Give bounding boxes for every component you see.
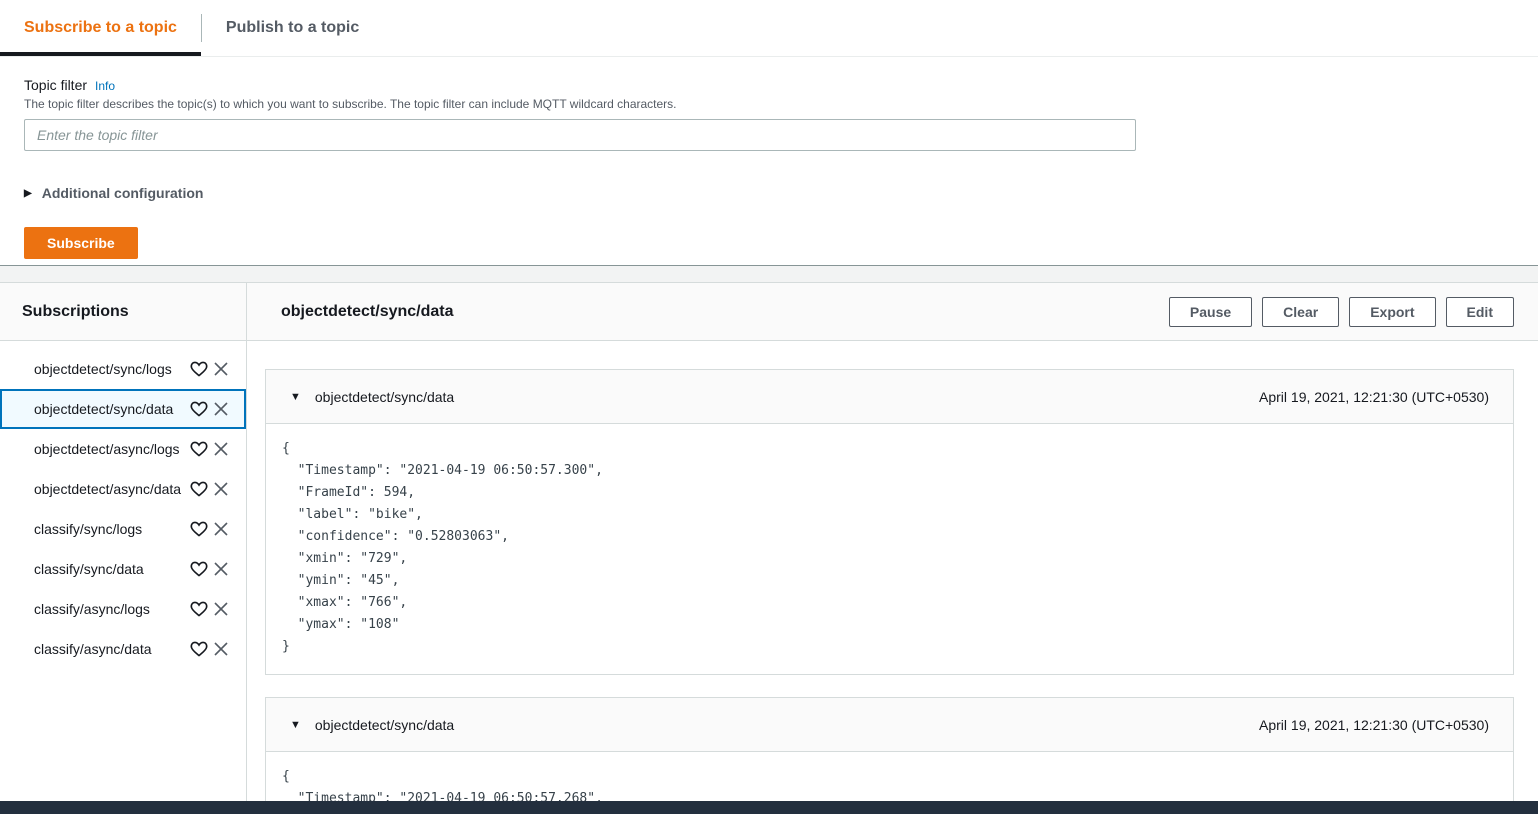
favorite-heart-icon[interactable] xyxy=(188,518,210,540)
subscription-topic-label: objectdetect/sync/logs xyxy=(34,361,188,377)
caret-right-icon: ▶ xyxy=(24,188,32,199)
favorite-heart-icon[interactable] xyxy=(188,438,210,460)
tab-label: Subscribe to a topic xyxy=(24,19,177,37)
remove-subscription-x-icon[interactable] xyxy=(210,398,232,420)
subscribe-button[interactable]: Subscribe xyxy=(24,227,138,259)
message-timestamp: April 19, 2021, 12:21:30 (UTC+0530) xyxy=(1259,389,1489,405)
topic-filter-form: Topic filter Info The topic filter descr… xyxy=(0,57,1538,259)
subscription-topic-label: objectdetect/sync/data xyxy=(34,401,188,417)
additional-configuration-toggle[interactable]: ▶ Additional configuration xyxy=(24,185,203,201)
subscription-item[interactable]: objectdetect/async/data xyxy=(0,469,246,509)
subscription-item[interactable]: classify/sync/data xyxy=(0,549,246,589)
remove-subscription-x-icon[interactable] xyxy=(210,598,232,620)
message-card-header: ▼ objectdetect/sync/data April 19, 2021,… xyxy=(266,370,1513,424)
subscription-list: objectdetect/sync/logs objectdetect/sync/… xyxy=(0,341,247,814)
subscription-item[interactable]: classify/sync/logs xyxy=(0,509,246,549)
favorite-heart-icon[interactable] xyxy=(188,478,210,500)
tab-subscribe-to-a-topic[interactable]: Subscribe to a topic xyxy=(0,0,201,56)
subscription-item[interactable]: classify/async/logs xyxy=(0,589,246,629)
remove-subscription-x-icon[interactable] xyxy=(210,478,232,500)
favorite-heart-icon[interactable] xyxy=(188,358,210,380)
subscription-topic-label: classify/sync/data xyxy=(34,561,188,577)
remove-subscription-x-icon[interactable] xyxy=(210,558,232,580)
subscription-topic-label: classify/async/logs xyxy=(34,601,188,617)
remove-subscription-x-icon[interactable] xyxy=(210,518,232,540)
message-card-header: ▼ objectdetect/sync/data April 19, 2021,… xyxy=(266,698,1513,752)
additional-configuration-label: Additional configuration xyxy=(42,185,204,201)
message-timestamp: April 19, 2021, 12:21:30 (UTC+0530) xyxy=(1259,717,1489,733)
panel-header: Subscriptions objectdetect/sync/data Pau… xyxy=(0,283,1538,341)
pause-button[interactable]: Pause xyxy=(1169,297,1252,327)
subscription-topic-label: objectdetect/async/data xyxy=(34,481,188,497)
console-footer-bar xyxy=(0,801,1538,814)
remove-subscription-x-icon[interactable] xyxy=(210,358,232,380)
tab-publish-to-a-topic[interactable]: Publish to a topic xyxy=(202,0,383,56)
topic-filter-label: Topic filter xyxy=(24,77,87,93)
message-topic: objectdetect/sync/data xyxy=(315,389,454,405)
favorite-heart-icon[interactable] xyxy=(188,638,210,660)
topic-filter-description: The topic filter describes the topic(s) … xyxy=(24,97,1514,111)
subscription-item[interactable]: objectdetect/async/logs xyxy=(0,429,246,469)
message-payload: { "Timestamp": "2021-04-19 06:50:57.300"… xyxy=(266,424,1513,674)
message-actions: Pause Clear Export Edit xyxy=(1169,297,1514,327)
clear-button[interactable]: Clear xyxy=(1262,297,1339,327)
subscriptions-title: Subscriptions xyxy=(22,303,129,321)
message-feed: ▼ objectdetect/sync/data April 19, 2021,… xyxy=(247,341,1538,814)
subscription-topic-label: objectdetect/async/logs xyxy=(34,441,188,457)
collapse-caret-icon[interactable]: ▼ xyxy=(290,719,301,731)
export-button[interactable]: Export xyxy=(1349,297,1435,327)
edit-button[interactable]: Edit xyxy=(1446,297,1514,327)
favorite-heart-icon[interactable] xyxy=(188,558,210,580)
message-card: ▼ objectdetect/sync/data April 19, 2021,… xyxy=(265,369,1514,675)
remove-subscription-x-icon[interactable] xyxy=(210,638,232,660)
subscription-item[interactable]: objectdetect/sync/logs xyxy=(0,349,246,389)
message-card: ▼ objectdetect/sync/data April 19, 2021,… xyxy=(265,697,1514,814)
topic-filter-input[interactable] xyxy=(24,119,1136,151)
subscription-item[interactable]: classify/async/data xyxy=(0,629,246,669)
favorite-heart-icon[interactable] xyxy=(188,598,210,620)
tab-label: Publish to a topic xyxy=(226,19,359,37)
collapse-caret-icon[interactable]: ▼ xyxy=(290,391,301,403)
subscription-item[interactable]: objectdetect/sync/data xyxy=(0,389,246,429)
info-link[interactable]: Info xyxy=(95,79,115,93)
selected-topic-title: objectdetect/sync/data xyxy=(281,303,454,321)
favorite-heart-icon[interactable] xyxy=(188,398,210,420)
subscription-topic-label: classify/sync/logs xyxy=(34,521,188,537)
tab-bar: Subscribe to a topic Publish to a topic xyxy=(0,0,1538,57)
subscribe-form-card: Subscribe to a topic Publish to a topic … xyxy=(0,0,1538,266)
message-topic: objectdetect/sync/data xyxy=(315,717,454,733)
remove-subscription-x-icon[interactable] xyxy=(210,438,232,460)
subscriptions-panel: Subscriptions objectdetect/sync/data Pau… xyxy=(0,282,1538,814)
subscription-topic-label: classify/async/data xyxy=(34,641,188,657)
